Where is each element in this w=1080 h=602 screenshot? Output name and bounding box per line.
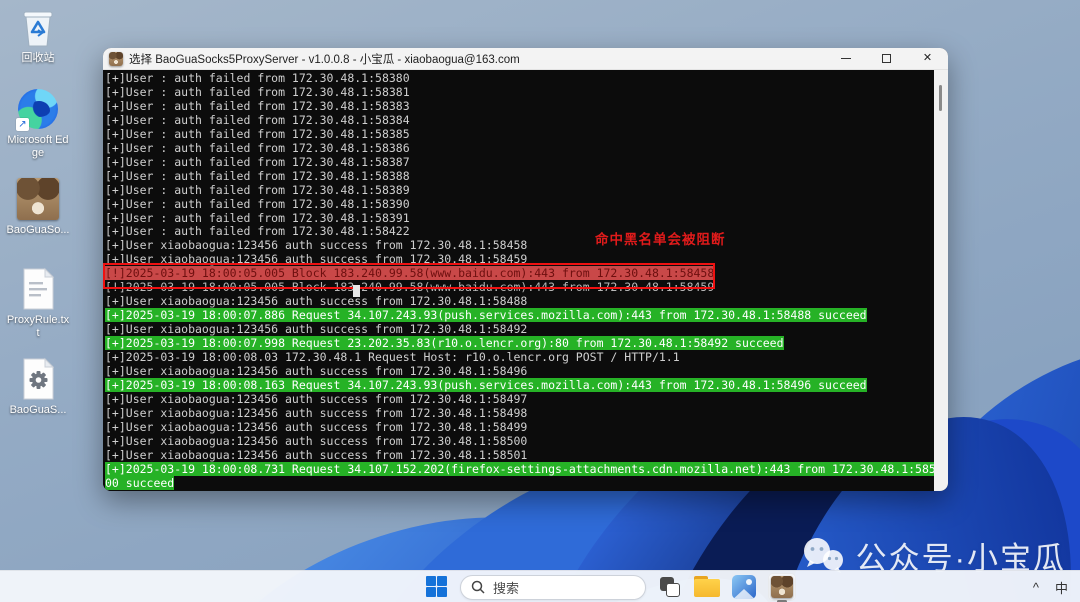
log-line: [!]2025-03-19 18:00:05.005 Block 183.240… <box>105 281 934 295</box>
log-line: [+]User : auth failed from 172.30.48.1:5… <box>105 128 934 142</box>
search-placeholder: 搜索 <box>493 578 519 597</box>
shortcut-arrow-icon: ↗ <box>16 118 29 131</box>
file-explorer-button[interactable] <box>694 574 720 600</box>
blacklist-annotation: 命中黑名单会被阻断 <box>595 228 726 248</box>
text-file-icon <box>19 267 57 311</box>
log-line: [+]User xiaobaogua:123456 auth success f… <box>105 253 934 267</box>
log-line: [+]User xiaobaogua:123456 auth success f… <box>105 407 934 421</box>
cat-app-icon <box>771 576 793 598</box>
log-line: [+]User : auth failed from 172.30.48.1:5… <box>105 114 934 128</box>
minimize-button[interactable] <box>825 48 866 70</box>
console-body: [+]User : auth failed from 172.30.48.1:5… <box>103 70 948 491</box>
log-line: [+]User xiaobaogua:123456 auth success f… <box>105 435 934 449</box>
recycle-bin-icon <box>17 5 59 49</box>
desktop-icon-baogua-config[interactable]: BaoGuaS... <box>6 356 70 417</box>
task-view-button[interactable] <box>658 574 682 600</box>
windows-logo-icon <box>426 576 448 598</box>
console-scrollbar-thumb[interactable] <box>939 85 942 111</box>
taskbar-search-input[interactable]: 搜索 <box>460 575 646 600</box>
cat-photo-icon <box>17 178 59 220</box>
tray-chevron-icon[interactable]: ^ <box>1033 580 1039 595</box>
minimize-icon <box>841 58 851 59</box>
folder-icon <box>694 576 720 598</box>
proxy-server-console-window: 选择 BaoGuaSocks5ProxyServer - v1.0.0.8 - … <box>103 48 948 491</box>
desktop-icon-label: BaoGuaS... <box>6 404 70 417</box>
log-line: [+]User : auth failed from 172.30.48.1:5… <box>105 198 934 212</box>
taskbar: 搜索 ^ 中 <box>0 570 1080 602</box>
log-line: [+]2025-03-19 18:00:08.03 172.30.48.1 Re… <box>105 351 934 365</box>
desktop-icon-label: BaoGuaSo... <box>6 224 70 237</box>
photos-icon <box>732 575 756 599</box>
window-title: 选择 BaoGuaSocks5ProxyServer - v1.0.0.8 - … <box>129 51 520 67</box>
ime-indicator[interactable]: 中 <box>1055 578 1068 597</box>
log-line: [+]User xiaobaogua:123456 auth success f… <box>105 365 934 379</box>
search-icon <box>471 580 485 594</box>
log-line: [+]2025-03-19 18:00:08.163 Request 34.10… <box>105 379 934 393</box>
desktop-icon-label: 回收站 <box>6 52 70 65</box>
desktop-icon-label: Microsoft Edge <box>6 134 70 160</box>
console-log[interactable]: [+]User : auth failed from 172.30.48.1:5… <box>105 72 934 491</box>
log-line: [+]User : auth failed from 172.30.48.1:5… <box>105 212 934 226</box>
desktop-icon-edge[interactable]: ↗ Microsoft Edge <box>6 86 70 160</box>
desktop-icon-proxyrule[interactable]: ProxyRule.txt <box>6 266 70 340</box>
log-line: [+]User : auth failed from 172.30.48.1:5… <box>105 170 934 184</box>
log-line: [+]User : auth failed from 172.30.48.1:5… <box>105 156 934 170</box>
log-line: [+]User : auth failed from 172.30.48.1:5… <box>105 72 934 86</box>
photos-app-button[interactable] <box>732 574 756 600</box>
window-app-icon <box>109 52 123 66</box>
window-titlebar[interactable]: 选择 BaoGuaSocks5ProxyServer - v1.0.0.8 - … <box>103 48 948 70</box>
start-button[interactable] <box>426 574 448 600</box>
desktop: 回收站 ↗ Microsoft Edge BaoGuaSo... ProxyRu… <box>0 0 1080 602</box>
maximize-button[interactable] <box>866 48 907 70</box>
log-line: [+]2025-03-19 18:00:07.886 Request 34.10… <box>105 309 934 323</box>
task-view-icon <box>658 575 682 599</box>
desktop-icon-recycle-bin[interactable]: 回收站 <box>6 4 70 65</box>
console-scrollbar[interactable] <box>934 70 948 491</box>
desktop-icon-label: ProxyRule.txt <box>6 314 70 340</box>
log-line: [+]User xiaobaogua:123456 auth success f… <box>105 323 934 337</box>
console-mark-cursor <box>353 285 360 297</box>
proxy-app-taskbar-button[interactable] <box>768 574 796 600</box>
log-line: [+]User : auth failed from 172.30.48.1:5… <box>105 100 934 114</box>
log-line: [+]User xiaobaogua:123456 auth success f… <box>105 449 934 463</box>
log-line: [+]2025-03-19 18:00:07.998 Request 23.20… <box>105 337 934 351</box>
close-icon: ✕ <box>923 53 932 64</box>
log-line: [!]2025-03-19 18:00:05.005 Block 183.240… <box>105 267 934 281</box>
config-file-gear-icon <box>19 357 57 401</box>
desktop-icon-baogua-app[interactable]: BaoGuaSo... <box>6 176 70 237</box>
log-line: [+]User : auth failed from 172.30.48.1:5… <box>105 225 934 239</box>
log-line: [+]2025-03-19 18:00:08.731 Request 34.10… <box>105 463 934 477</box>
log-line: [+]User xiaobaogua:123456 auth success f… <box>105 295 934 309</box>
log-line: [+]User : auth failed from 172.30.48.1:5… <box>105 86 934 100</box>
log-line: 00 succeed <box>105 477 934 491</box>
log-line: [+]User : auth failed from 172.30.48.1:5… <box>105 184 934 198</box>
log-line: [+]User xiaobaogua:123456 auth success f… <box>105 239 934 253</box>
log-line: [+]User : auth failed from 172.30.48.1:5… <box>105 142 934 156</box>
log-line: [+]User xiaobaogua:123456 auth success f… <box>105 421 934 435</box>
maximize-icon <box>882 54 891 63</box>
log-line: [+]User xiaobaogua:123456 auth success f… <box>105 393 934 407</box>
close-button[interactable]: ✕ <box>907 48 948 70</box>
